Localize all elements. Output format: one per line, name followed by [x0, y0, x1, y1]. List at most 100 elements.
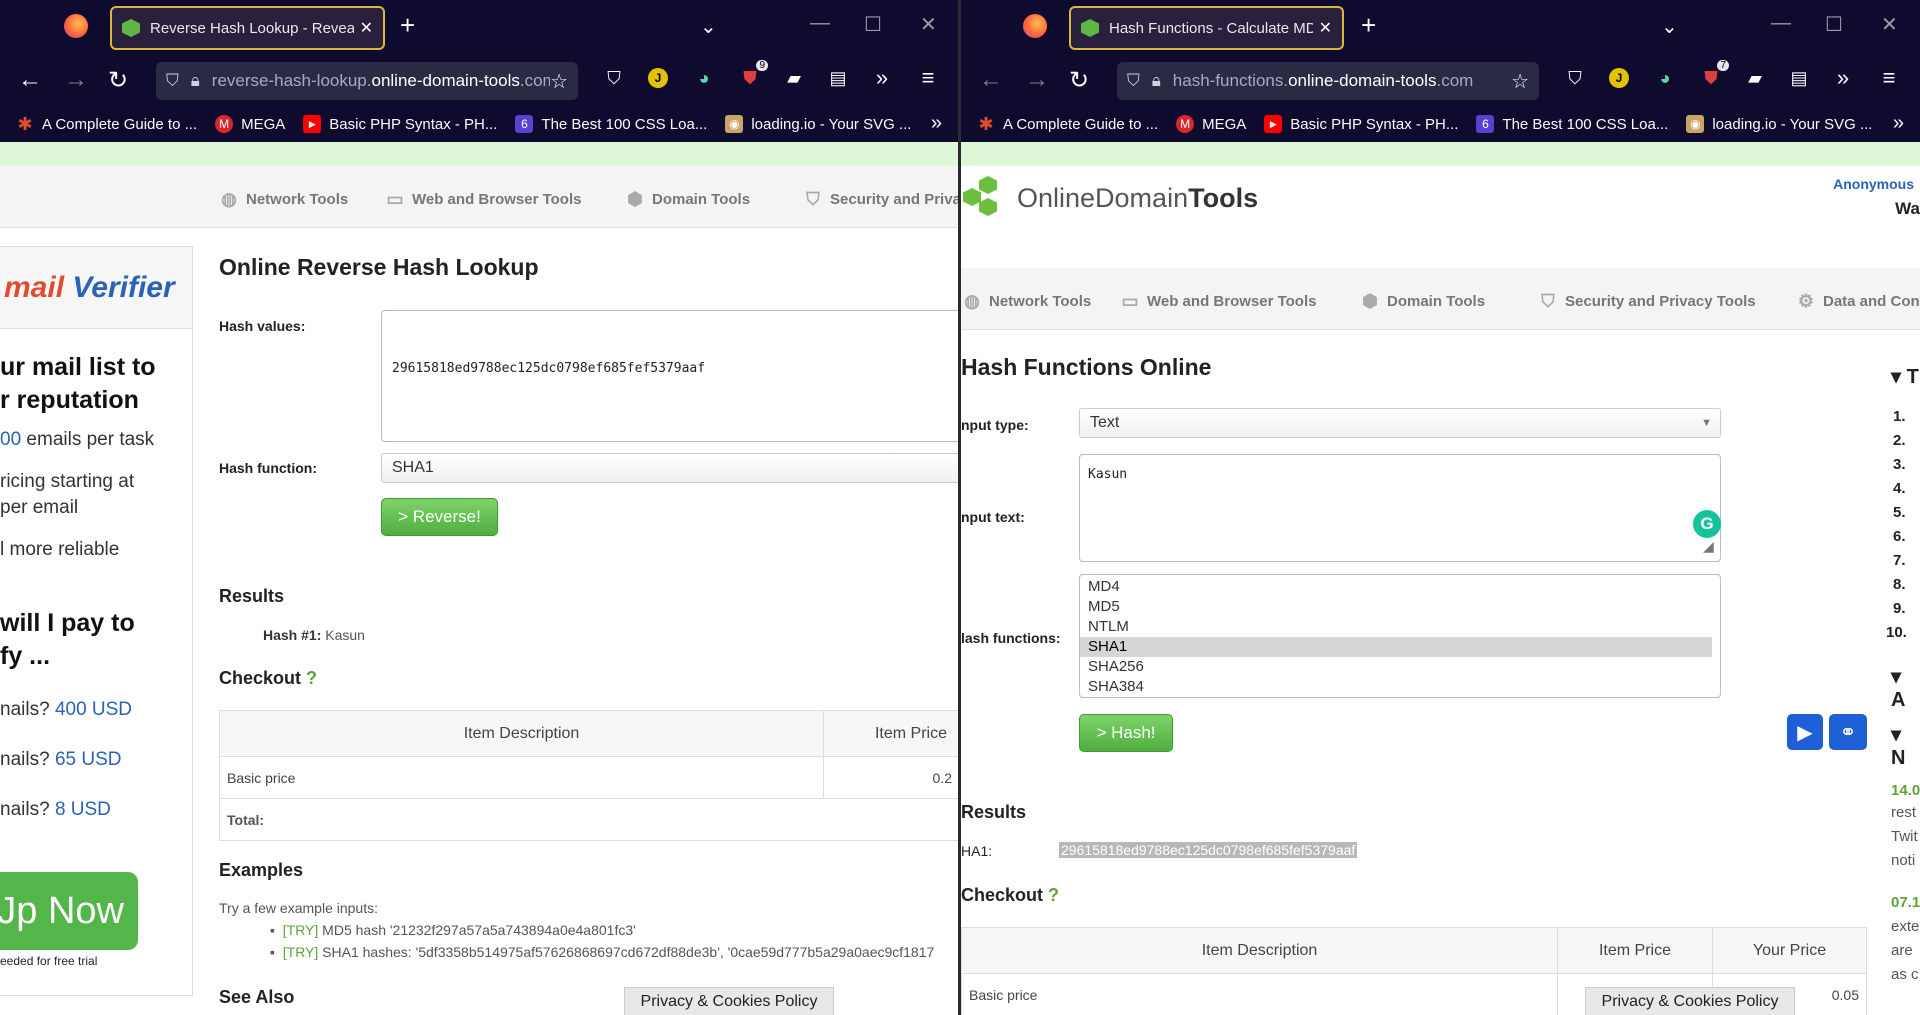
- bookmark-item[interactable]: ▶ Basic PHP Syntax - PH...: [303, 115, 497, 133]
- reader-icon[interactable]: ▤: [1785, 64, 1813, 92]
- screenshot-icon[interactable]: ▰: [1741, 64, 1769, 92]
- bookmark-star-icon[interactable]: ☆: [550, 69, 568, 94]
- toc-item[interactable]: 3.: [1893, 456, 1906, 473]
- list-option[interactable]: SHA256: [1080, 657, 1720, 677]
- new-tab-icon[interactable]: +: [400, 10, 415, 41]
- screenshot-icon[interactable]: ▰: [780, 64, 808, 92]
- bookmark-star-icon[interactable]: ☆: [1511, 69, 1529, 94]
- url-text[interactable]: hash-functions.online-domain-tools.com: [1173, 71, 1511, 91]
- list-tabs-icon[interactable]: ⌄: [700, 14, 717, 39]
- hash-button[interactable]: > Hash!: [1079, 714, 1173, 752]
- toc-item[interactable]: 2.: [1893, 432, 1906, 449]
- reader-icon[interactable]: ▤: [824, 64, 852, 92]
- anonymous-user-link[interactable]: Anonymous: [1833, 176, 1914, 192]
- hash-values-input[interactable]: 29615818ed9788ec125dc0798ef685fef5379aaf: [381, 310, 958, 442]
- url-text[interactable]: reverse-hash-lookup.online-domain-tools.…: [212, 71, 550, 91]
- bookmark-item[interactable]: M MEGA: [215, 115, 285, 133]
- minimize-icon[interactable]: —: [1771, 12, 1791, 35]
- extension-globe-icon[interactable]: ◕: [1651, 64, 1679, 92]
- bookmark-item[interactable]: 6 The Best 100 CSS Loa...: [1476, 115, 1668, 133]
- online-domain-tools-logo[interactable]: OnlineDomainTools: [963, 176, 1258, 220]
- lock-icon[interactable]: 🔒︎: [1152, 71, 1161, 91]
- new-tab-icon[interactable]: +: [1361, 10, 1376, 41]
- more-bookmarks-icon[interactable]: »: [931, 112, 942, 135]
- hash-functions-list[interactable]: MD4 MD5 NTLM SHA1 SHA256 SHA384: [1079, 574, 1721, 698]
- reload-icon[interactable]: ↻: [1069, 66, 1089, 95]
- close-tab-icon[interactable]: ✕: [1319, 18, 1332, 38]
- bookmark-item[interactable]: M MEGA: [1176, 115, 1246, 133]
- privacy-policy-button[interactable]: Privacy & Cookies Policy: [1585, 987, 1795, 1015]
- toc-item[interactable]: 4.: [1893, 480, 1906, 497]
- firefox-icon[interactable]: [64, 14, 88, 38]
- toc-item[interactable]: 7.: [1893, 552, 1906, 569]
- list-option-selected[interactable]: SHA1: [1080, 637, 1712, 657]
- back-icon[interactable]: ←: [979, 66, 1003, 94]
- menu-data-conversion[interactable]: ⚙ Data and Con: [1795, 290, 1920, 312]
- grammarly-icon[interactable]: G: [1693, 510, 1721, 538]
- url-bar[interactable]: ⛉ 🔒︎ hash-functions.online-domain-tools.…: [1117, 62, 1539, 100]
- close-tab-icon[interactable]: ✕: [360, 18, 373, 38]
- reload-icon[interactable]: ↻: [108, 66, 128, 95]
- close-window-icon[interactable]: ✕: [1881, 12, 1898, 37]
- bookmark-item[interactable]: ◉ loading.io - Your SVG ...: [1686, 115, 1872, 133]
- minimize-icon[interactable]: —: [810, 12, 830, 35]
- close-window-icon[interactable]: ✕: [920, 12, 937, 37]
- list-option[interactable]: NTLM: [1080, 617, 1720, 637]
- back-icon[interactable]: ←: [18, 66, 42, 94]
- profile-icon[interactable]: J: [1605, 64, 1633, 92]
- list-option[interactable]: MD5: [1080, 597, 1720, 617]
- menu-security-privacy[interactable]: ⛉Security and Privacy: [802, 188, 958, 210]
- menu-web-browser-tools[interactable]: ▭ Web and Browser Tools: [384, 188, 581, 210]
- reverse-button[interactable]: > Reverse!: [381, 498, 498, 536]
- news-toggle[interactable]: ▾ N: [1891, 722, 1920, 770]
- help-icon[interactable]: ?: [1048, 885, 1059, 905]
- toc-item[interactable]: 8.: [1893, 576, 1906, 593]
- try-link[interactable]: [TRY]: [283, 944, 319, 960]
- email-verifier-logo[interactable]: mail Verifier: [0, 247, 192, 329]
- bookmark-item[interactable]: ◉ loading.io - Your SVG ...: [725, 115, 911, 133]
- bookmark-item[interactable]: ▶ Basic PHP Syntax - PH...: [1264, 115, 1458, 133]
- more-bookmarks-icon[interactable]: »: [1893, 112, 1904, 135]
- url-bar[interactable]: ⛉ 🔒︎ reverse-hash-lookup.online-domain-t…: [156, 62, 578, 100]
- shield-icon[interactable]: ⛉: [166, 71, 179, 91]
- bookmark-item[interactable]: 6 The Best 100 CSS Loa...: [515, 115, 707, 133]
- privacy-policy-button[interactable]: Privacy & Cookies Policy: [624, 987, 834, 1015]
- extension-globe-icon[interactable]: ◕: [690, 64, 718, 92]
- toc-item[interactable]: 1.: [1893, 408, 1906, 425]
- link-icon[interactable]: ⚭: [1829, 714, 1867, 750]
- more-tools-icon[interactable]: »: [1829, 64, 1857, 92]
- toc-toggle[interactable]: ▾ T: [1891, 364, 1919, 389]
- menu-network-tools[interactable]: ◍ Network Tools: [218, 188, 348, 210]
- list-tabs-icon[interactable]: ⌄: [1661, 14, 1678, 39]
- sha1-result[interactable]: 29615818ed9788ec125dc0798ef685fef5379aaf: [1059, 842, 1358, 858]
- profile-icon[interactable]: J: [644, 64, 672, 92]
- more-tools-icon[interactable]: »: [868, 64, 896, 92]
- input-text-area[interactable]: Kasun: [1079, 454, 1721, 562]
- toc-item[interactable]: 9.: [1893, 600, 1906, 617]
- hash-function-select[interactable]: SHA1: [381, 453, 958, 483]
- lock-icon[interactable]: 🔒︎: [191, 71, 200, 91]
- pocket-icon[interactable]: ⛉: [1561, 64, 1589, 92]
- list-option[interactable]: MD4: [1080, 577, 1720, 597]
- bookmark-item[interactable]: ✱ A Complete Guide to ...: [16, 114, 197, 134]
- menu-icon[interactable]: ≡: [914, 64, 942, 92]
- signup-button[interactable]: Jp Now: [0, 872, 138, 950]
- toc-item[interactable]: 5.: [1893, 504, 1906, 521]
- list-option[interactable]: SHA384: [1080, 677, 1720, 697]
- toc-item[interactable]: 6.: [1893, 528, 1906, 545]
- bookmark-item[interactable]: ✱ A Complete Guide to ...: [977, 114, 1158, 134]
- toc-item[interactable]: 10.: [1886, 624, 1907, 641]
- shield-icon[interactable]: ⛉: [1127, 71, 1140, 91]
- section-toggle[interactable]: ▾ A: [1891, 664, 1920, 712]
- ublock-icon[interactable]: ⛊ 7: [1697, 60, 1729, 92]
- firefox-icon[interactable]: [1023, 14, 1047, 38]
- menu-security-privacy-tools[interactable]: ⛉ Security and Privacy Tools: [1537, 290, 1755, 312]
- help-icon[interactable]: ?: [306, 668, 317, 688]
- menu-icon[interactable]: ≡: [1875, 64, 1903, 92]
- ublock-icon[interactable]: ⛊ 9: [736, 60, 768, 92]
- maximize-icon[interactable]: ☐: [864, 12, 882, 37]
- menu-web-browser-tools[interactable]: ▭ Web and Browser Tools: [1119, 290, 1316, 312]
- tab-hash-functions[interactable]: Hash Functions - Calculate MD5, SHA1 ✕: [1069, 6, 1344, 50]
- menu-domain-tools[interactable]: ⬢ Domain Tools: [624, 188, 750, 210]
- pocket-icon[interactable]: ⛉: [600, 64, 628, 92]
